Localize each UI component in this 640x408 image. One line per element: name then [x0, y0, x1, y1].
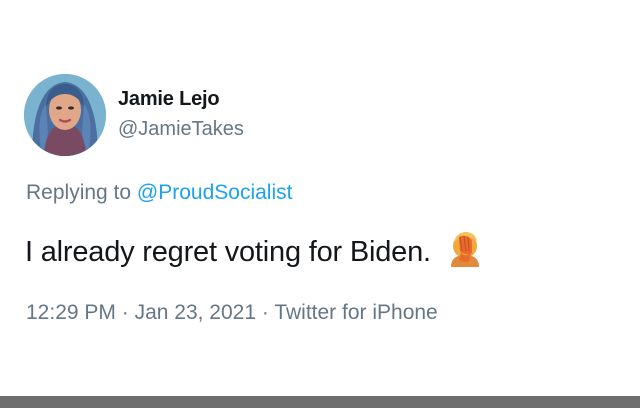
- tweet-source: Twitter for iPhone: [274, 301, 438, 324]
- meta-separator: ·: [121, 301, 129, 324]
- avatar[interactable]: [24, 74, 106, 156]
- tweet-text: I already regret voting for Biden.: [25, 231, 483, 275]
- tweet-card: Jamie Lejo @JamieTakes Replying to @Prou…: [0, 0, 640, 396]
- reply-context: Replying to @ProudSocialist: [26, 181, 292, 205]
- tweet-text-content: I already regret voting for Biden.: [25, 236, 431, 268]
- author-handle[interactable]: @JamieTakes: [118, 118, 244, 141]
- reply-mention-link[interactable]: @ProudSocialist: [137, 181, 293, 204]
- face-palm-icon: [447, 231, 483, 275]
- tweet-date[interactable]: Jan 23, 2021: [135, 301, 256, 324]
- reply-prefix: Replying to: [26, 181, 132, 204]
- tweet-time[interactable]: 12:29 PM: [26, 301, 116, 324]
- author-display-name[interactable]: Jamie Lejo: [118, 88, 220, 111]
- screen-bottom-bar: [0, 396, 640, 408]
- avatar-photo: [24, 74, 106, 156]
- tweet-meta: 12:29 PM · Jan 23, 2021 · Twitter for iP…: [26, 301, 438, 325]
- meta-separator: ·: [261, 301, 269, 324]
